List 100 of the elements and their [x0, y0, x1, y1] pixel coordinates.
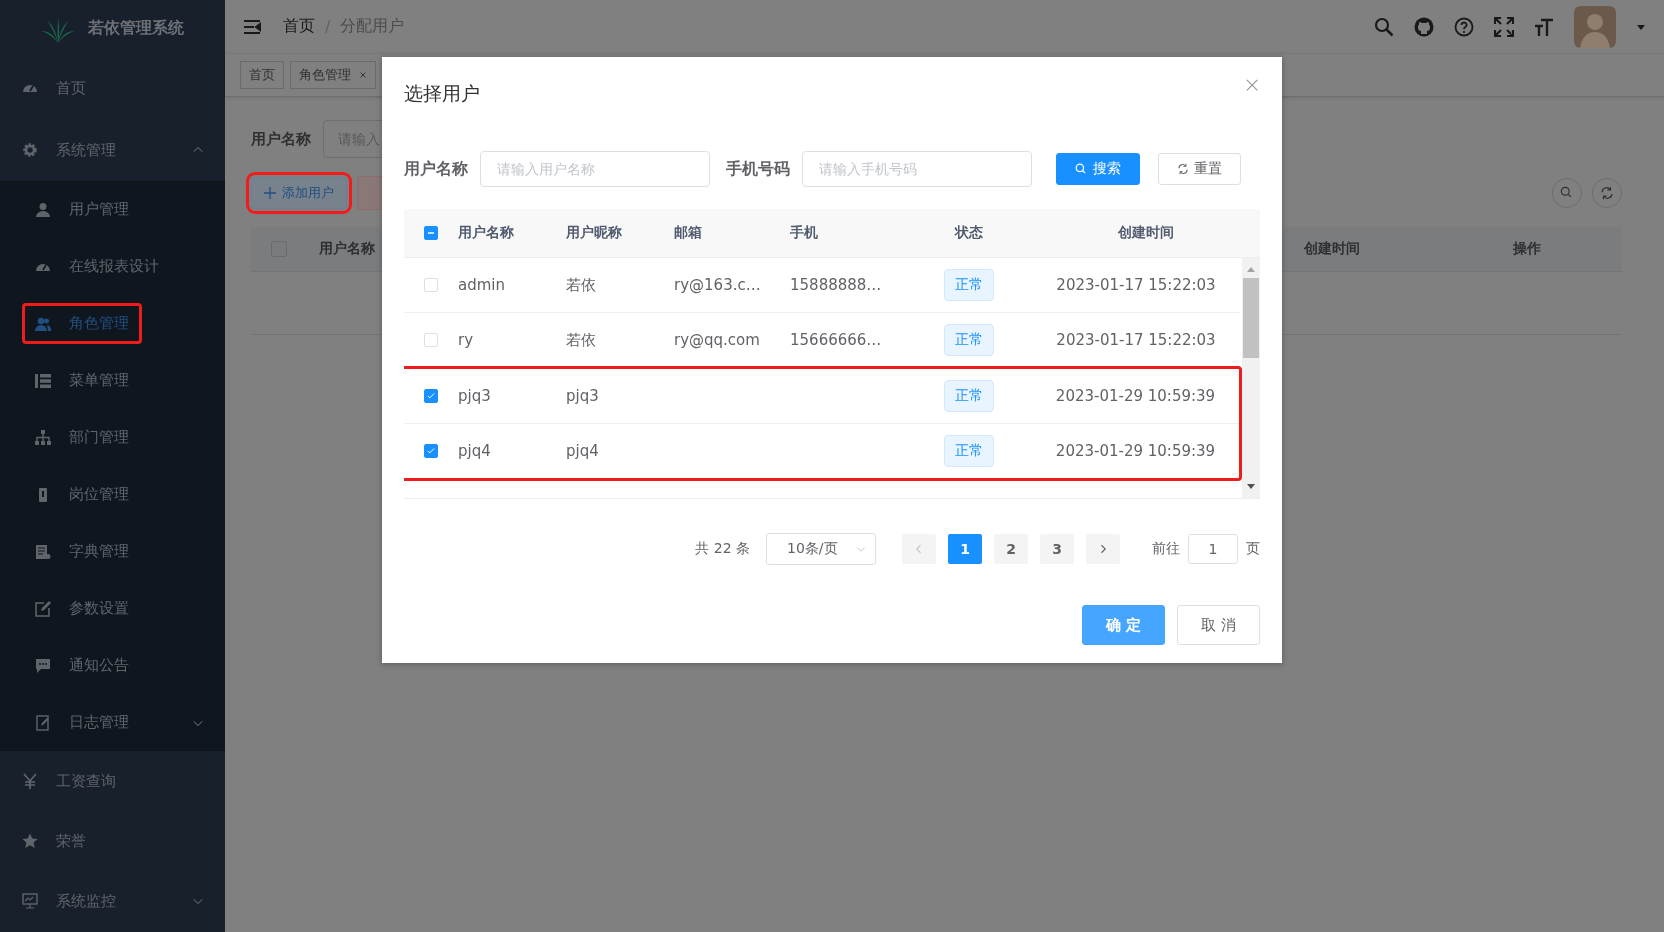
status-tag: 正常: [943, 324, 994, 356]
search-icon: [1374, 16, 1394, 37]
sidebar-item[interactable]: 岗位管理: [0, 466, 225, 523]
page-suffix: 页: [1246, 540, 1260, 558]
column-header: 手机: [790, 224, 819, 242]
help-icon: [1454, 16, 1474, 37]
sidebar-item[interactable]: 部门管理: [0, 409, 225, 466]
goto-label: 前往: [1152, 540, 1180, 558]
monitor-icon: [22, 893, 38, 909]
table-cell-text: admin: [458, 276, 506, 294]
table-cell-text: 2023-01-17 15:22:03: [1055, 276, 1217, 294]
close-button[interactable]: [1246, 79, 1260, 93]
table-row[interactable]: pjq3 pjq3 正常 2023-01-29 10:59:39: [404, 369, 1239, 424]
table-cell-text: 2023-01-29 10:59:39: [1054, 387, 1217, 405]
check-icon: [426, 391, 436, 401]
cancel-button[interactable]: 取 消: [1177, 605, 1260, 645]
sidebar-item[interactable]: 字典管理: [0, 523, 225, 580]
column-header: 创建时间: [1303, 240, 1361, 258]
edit-icon: [35, 600, 51, 617]
user-icon: [35, 201, 51, 218]
avatar-icon[interactable]: [1574, 5, 1616, 48]
table-row[interactable]: admin 若依 ry@163.c… 15888888… 正常 2023-01-17 15:22:03: [404, 258, 1240, 313]
column-header: 邮箱: [674, 224, 703, 242]
plus-icon: [264, 187, 276, 199]
column-header: 操作: [1512, 240, 1542, 258]
table-cell-text: 若依: [566, 330, 597, 350]
field-label: 手机号码: [726, 158, 790, 180]
sidebar-item[interactable]: 用户管理: [0, 181, 225, 238]
status-tag: 正常: [943, 269, 994, 301]
sidebar-item[interactable]: 角色管理: [0, 295, 225, 352]
table-cell-text: pjq3: [566, 387, 600, 405]
chat-icon: [35, 657, 51, 674]
previous-page-button[interactable]: [902, 534, 936, 564]
dialog-title: 选择用户: [404, 81, 481, 106]
tab[interactable]: 角色管理: [290, 61, 376, 89]
close-icon: [359, 71, 367, 79]
refresh-icon: [1600, 186, 1614, 200]
field-label: 用户名称: [251, 129, 311, 149]
search-button[interactable]: 搜索: [1056, 153, 1140, 185]
sidebar-item[interactable]: 荣誉: [0, 811, 225, 871]
page-button[interactable]: 1: [948, 534, 982, 564]
sidebar-item[interactable]: 工资查询: [0, 751, 225, 811]
notebook-icon: [35, 714, 51, 731]
table-row[interactable]: pjq4 pjq4 正常 2023-01-29 10:59:39: [404, 424, 1239, 478]
app-title: 若依管理系统: [87, 18, 184, 39]
sidebar-item[interactable]: 通知公告: [0, 637, 225, 694]
total-count: 共 22 条: [695, 540, 750, 558]
status-tag: 正常: [943, 380, 994, 412]
page-button[interactable]: 2: [994, 534, 1028, 564]
table-cell-text: ry@qq.com: [674, 331, 761, 349]
tab[interactable]: 首页: [240, 61, 284, 89]
table-cell-text: 2023-01-17 15:22:03: [1055, 331, 1217, 349]
sidebar-item[interactable]: 系统管理: [0, 119, 225, 181]
column-header: 创建时间: [1117, 224, 1175, 242]
column-header: 用户名称: [458, 224, 515, 242]
table-cell-text: 2023-01-29 10:59:39: [1054, 442, 1217, 460]
sidebar-item[interactable]: 日志管理: [0, 694, 225, 751]
sidebar-item[interactable]: 在线报表设计: [0, 238, 225, 295]
select-all-checkbox[interactable]: [424, 226, 438, 240]
search-icon: [1075, 162, 1088, 176]
input-field[interactable]: 请输入手机号码: [802, 151, 1032, 187]
table-cell-text: pjq4: [458, 442, 492, 460]
list-icon: [35, 372, 51, 389]
field-label: 用户名称: [404, 158, 468, 180]
document-icon: [35, 543, 51, 560]
table-cell-text: pjq4: [566, 442, 600, 460]
sidebar-item[interactable]: 菜单管理: [0, 352, 225, 409]
sidebar-item[interactable]: 首页: [0, 57, 225, 119]
gear-icon: [22, 142, 38, 158]
table-cell-text: 15888888…: [790, 276, 883, 294]
reset-button[interactable]: 重置: [1158, 153, 1241, 185]
page-button[interactable]: 3: [1040, 534, 1074, 564]
yen-icon: [22, 773, 38, 789]
annotation-frame: 角色管理: [22, 303, 142, 344]
sidebar-item[interactable]: 系统监控: [0, 871, 225, 931]
table-cell-text: pjq3: [458, 387, 492, 405]
menu-icon: [243, 17, 261, 36]
star-icon: [22, 833, 38, 849]
column-header: 用户昵称: [566, 224, 623, 242]
fullscreen-icon: [1494, 16, 1514, 37]
column-header: 状态: [953, 224, 984, 242]
page-input[interactable]: 1: [1188, 534, 1238, 564]
row-checkbox[interactable]: [424, 444, 438, 458]
status-tag: 正常: [943, 435, 994, 467]
table-row[interactable]: ry 若依 ry@qq.com 15666666… 正常 2023-01-17 15:22:03: [404, 313, 1240, 368]
row-checkbox[interactable]: [424, 389, 438, 403]
sidebar-item[interactable]: 参数设置: [0, 580, 225, 637]
page-size-select[interactable]: 10条/页: [766, 533, 876, 565]
refresh-icon: [1177, 163, 1189, 175]
breadcrumb-item[interactable]: 首页: [283, 16, 315, 37]
confirm-button[interactable]: 确 定: [1082, 605, 1165, 645]
next-page-button[interactable]: [1086, 534, 1120, 564]
github-icon: [1414, 16, 1434, 37]
input-field[interactable]: 请输入用户名称: [480, 151, 710, 187]
scrollbar[interactable]: [1242, 258, 1260, 498]
check-icon: [426, 446, 436, 456]
font-size-icon: [1534, 16, 1554, 37]
org-chart-icon: [35, 429, 51, 446]
column-header: 用户名称: [318, 240, 376, 258]
table-cell-text: 若依: [566, 275, 597, 295]
